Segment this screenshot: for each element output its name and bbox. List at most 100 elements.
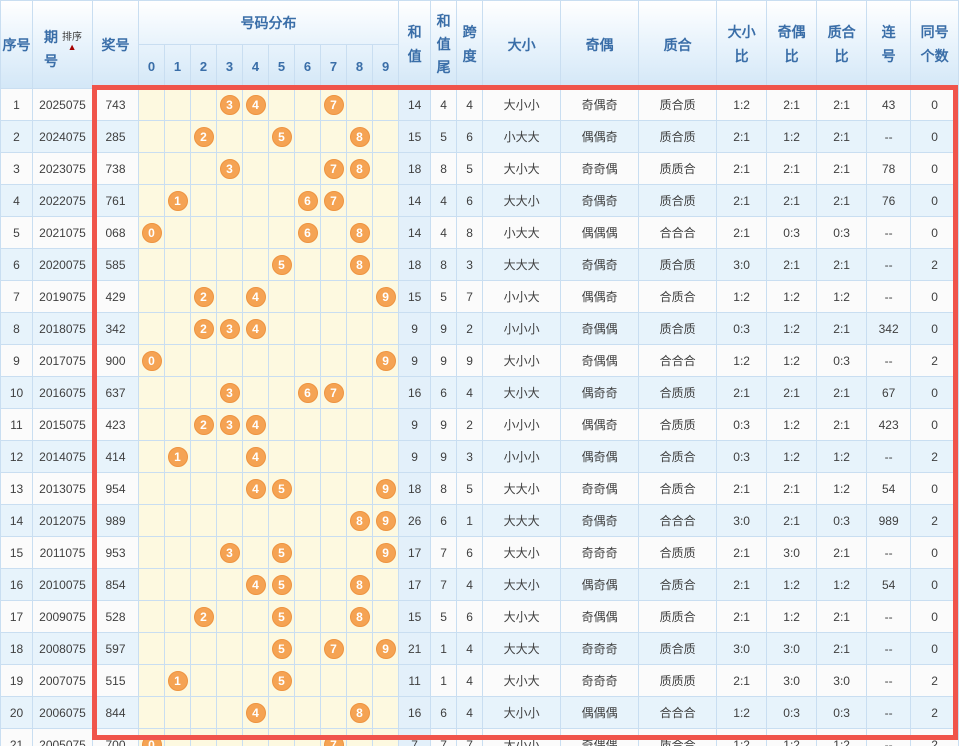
cell-odd-even: 偶偶奇 bbox=[560, 408, 640, 441]
cell-odd-even: 偶偶奇 bbox=[560, 280, 640, 313]
cell-big-small: 大小大 bbox=[482, 664, 562, 697]
cell-dist-3 bbox=[216, 728, 243, 746]
number-ball: 7 bbox=[323, 94, 344, 115]
cell-dist-2 bbox=[190, 696, 217, 729]
cell-big-small-ratio: 3:0 bbox=[716, 504, 768, 537]
col-header-big-small-ratio: 大小比 bbox=[716, 0, 768, 89]
table-row: 11 2015075 423 2 3 4 9 9 2 小小小 偶偶奇 合质质 0… bbox=[0, 408, 960, 441]
cell-odd-even-ratio: 2:1 bbox=[766, 504, 818, 537]
table-row: 3 2023075 738 3 7 8 18 8 5 大小大 奇奇偶 质质合 2… bbox=[0, 152, 960, 185]
cell-prize: 954 bbox=[92, 472, 139, 505]
cell-span: 8 bbox=[456, 216, 484, 249]
number-ball: 5 bbox=[271, 126, 292, 147]
cell-dist-2 bbox=[190, 216, 217, 249]
cell-sum: 15 bbox=[398, 280, 432, 313]
cell-odd-even-ratio: 3:0 bbox=[766, 632, 818, 665]
sort-control[interactable]: 排序 ▲ bbox=[62, 28, 82, 53]
cell-same-count: 0 bbox=[910, 408, 960, 441]
cell-dist-3: 3 bbox=[216, 152, 243, 185]
cell-dist-9 bbox=[371, 248, 400, 281]
cell-odd-even: 偶偶偶 bbox=[560, 216, 640, 249]
cell-odd-even-ratio: 2:1 bbox=[766, 248, 818, 281]
span-label: 跨度 bbox=[462, 24, 477, 64]
cell-dist-9 bbox=[371, 728, 400, 746]
cell-dist-1 bbox=[164, 408, 191, 441]
cell-dist-0 bbox=[138, 472, 165, 505]
cell-dist-2: 2 bbox=[190, 312, 217, 345]
number-ball: 2 bbox=[193, 126, 214, 147]
cell-period: 2021075 bbox=[32, 216, 93, 249]
cell-dist-3: 3 bbox=[216, 536, 243, 569]
cell-span: 6 bbox=[456, 536, 484, 569]
number-ball: 5 bbox=[271, 606, 292, 627]
cell-odd-even-ratio: 1:2 bbox=[766, 568, 818, 601]
number-ball: 3 bbox=[219, 542, 240, 563]
number-ball: 6 bbox=[297, 382, 318, 403]
cell-dist-2 bbox=[190, 632, 217, 665]
cell-dist-0 bbox=[138, 504, 165, 537]
cell-dist-5 bbox=[268, 216, 295, 249]
cell-odd-even-ratio: 1:2 bbox=[766, 408, 818, 441]
cell-dist-2 bbox=[190, 728, 217, 746]
cell-dist-2 bbox=[190, 344, 217, 377]
cell-sum-tail: 5 bbox=[430, 280, 458, 313]
table-row: 19 2007075 515 1 5 11 1 4 大小大 奇奇奇 质质质 2:… bbox=[0, 664, 960, 697]
cell-odd-even-ratio: 2:1 bbox=[766, 376, 818, 409]
digit-header-4: 4 bbox=[242, 44, 269, 89]
cell-period: 2017075 bbox=[32, 344, 93, 377]
col-header-prime-comp: 质合 bbox=[638, 0, 718, 89]
cell-dist-4 bbox=[242, 152, 269, 185]
cell-dist-4 bbox=[242, 536, 269, 569]
cell-dist-7: 7 bbox=[320, 728, 347, 746]
col-header-consecutive: 连号 bbox=[866, 0, 912, 89]
cell-dist-4: 4 bbox=[242, 696, 269, 729]
cell-dist-4: 4 bbox=[242, 312, 269, 345]
cell-big-small: 大大小 bbox=[482, 472, 562, 505]
cell-dist-5 bbox=[268, 312, 295, 345]
cell-dist-3 bbox=[216, 600, 243, 633]
cell-same-count: 2 bbox=[910, 664, 960, 697]
cell-dist-7 bbox=[320, 696, 347, 729]
number-ball: 0 bbox=[141, 350, 162, 371]
col-header-distribution: 号码分布 bbox=[137, 0, 400, 45]
table-row: 21 2005075 700 0 7 7 7 7 大小小 奇偶偶 质合合 1:2… bbox=[0, 728, 960, 746]
cell-dist-7: 7 bbox=[320, 376, 347, 409]
cell-span: 2 bbox=[456, 312, 484, 345]
cell-dist-8 bbox=[346, 344, 373, 377]
cell-consecutive: -- bbox=[866, 120, 912, 153]
cell-dist-9 bbox=[371, 120, 400, 153]
cell-dist-2 bbox=[190, 184, 217, 217]
cell-dist-6 bbox=[294, 408, 321, 441]
cell-prize: 585 bbox=[92, 248, 139, 281]
digit-header-8: 8 bbox=[346, 44, 373, 89]
number-ball: 5 bbox=[271, 574, 292, 595]
cell-dist-4 bbox=[242, 376, 269, 409]
table-row: 1 2025075 743 3 4 7 14 4 4 大小小 奇偶奇 质合质 1… bbox=[0, 88, 960, 121]
number-ball: 5 bbox=[271, 670, 292, 691]
cell-prime-comp: 合合合 bbox=[638, 216, 718, 249]
cell-big-small: 小大大 bbox=[482, 120, 562, 153]
cell-period: 2008075 bbox=[32, 632, 93, 665]
cell-period: 2024075 bbox=[32, 120, 93, 153]
cell-prize: 597 bbox=[92, 632, 139, 665]
number-ball: 7 bbox=[323, 158, 344, 179]
prize-label: 奖号 bbox=[101, 36, 130, 53]
number-ball: 9 bbox=[375, 286, 396, 307]
cell-dist-3 bbox=[216, 344, 243, 377]
cell-dist-9 bbox=[371, 152, 400, 185]
cell-big-small-ratio: 2:1 bbox=[716, 536, 768, 569]
cell-dist-4: 4 bbox=[242, 280, 269, 313]
cell-dist-0 bbox=[138, 376, 165, 409]
cell-odd-even: 奇偶奇 bbox=[560, 248, 640, 281]
table-row: 9 2017075 900 0 9 9 9 9 大小小 奇偶偶 合合合 1:2 … bbox=[0, 344, 960, 377]
cell-dist-8 bbox=[346, 88, 373, 121]
cell-seq: 11 bbox=[0, 408, 33, 441]
cell-dist-6 bbox=[294, 600, 321, 633]
cell-big-small: 大大小 bbox=[482, 568, 562, 601]
cell-dist-0 bbox=[138, 248, 165, 281]
cell-dist-7 bbox=[320, 312, 347, 345]
cell-odd-even-ratio: 2:1 bbox=[766, 472, 818, 505]
cell-big-small: 大小大 bbox=[482, 152, 562, 185]
seq-label: 序号 bbox=[2, 36, 31, 53]
number-ball: 5 bbox=[271, 478, 292, 499]
